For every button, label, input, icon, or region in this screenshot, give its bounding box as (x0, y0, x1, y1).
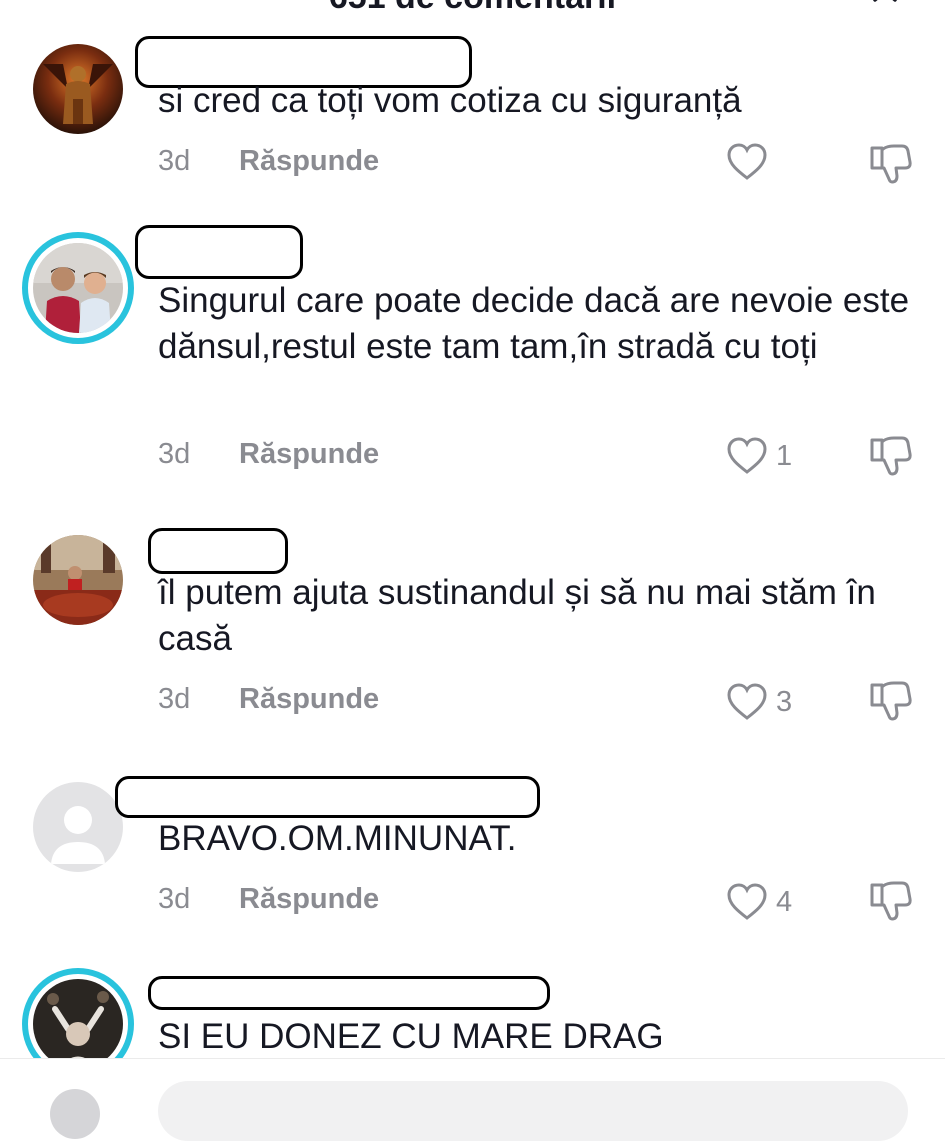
heart-icon (727, 143, 767, 180)
reply-button[interactable]: Răspunde (239, 883, 379, 916)
heart-icon (727, 437, 767, 474)
reply-button[interactable]: Răspunde (239, 438, 379, 471)
reply-button[interactable]: Răspunde (239, 683, 379, 716)
dislike-icon[interactable] (866, 877, 914, 925)
avatar[interactable] (22, 232, 134, 344)
like-count: 1 (776, 439, 793, 472)
default-user-avatar-icon (33, 782, 123, 872)
current-user-avatar (50, 1089, 100, 1139)
user-avatar-image (33, 535, 123, 625)
dislike-icon[interactable] (866, 432, 914, 480)
add-comment-input[interactable] (158, 1081, 908, 1141)
redacted-username[interactable] (115, 776, 540, 818)
redacted-username[interactable] (148, 528, 288, 574)
redacted-username[interactable] (148, 976, 550, 1010)
comment-input-bar (0, 1058, 945, 1141)
redacted-username[interactable] (135, 225, 303, 279)
user-avatar-image (33, 44, 123, 134)
avatar[interactable] (33, 44, 123, 134)
comments-count-title: 651 de comentarii (0, 0, 945, 17)
like-button[interactable] (726, 140, 776, 184)
reply-button[interactable]: Răspunde (239, 145, 379, 178)
like-count: 3 (776, 685, 793, 718)
comment-text: BRAVO.OM.MINUNAT. (158, 819, 517, 858)
comment-text: Singurul care poate decide dacă are nevo… (158, 281, 919, 366)
comment-time: 3d (158, 683, 191, 715)
comment-time: 3d (158, 145, 191, 177)
avatar[interactable] (33, 535, 123, 625)
dislike-icon[interactable] (866, 140, 914, 188)
comment-text: si cred ca toți vom cotiza cu siguranță (158, 81, 742, 120)
like-count: 4 (776, 885, 793, 918)
user-avatar-image (33, 979, 123, 1069)
heart-icon (727, 683, 767, 720)
like-button[interactable]: 1 (726, 434, 792, 478)
like-button[interactable]: 4 (726, 880, 792, 924)
comment-time: 3d (158, 883, 191, 915)
heart-icon (727, 883, 767, 920)
user-avatar-image (33, 243, 123, 333)
comment-text: SI EU DONEZ CU MARE DRAG (158, 1017, 664, 1056)
close-icon[interactable] (869, 0, 909, 6)
dislike-icon[interactable] (866, 677, 914, 725)
like-button[interactable]: 3 (726, 680, 792, 724)
avatar[interactable] (33, 782, 123, 872)
comment-time: 3d (158, 438, 191, 470)
comment-text: îl putem ajuta sustinandul și să nu mai … (158, 573, 886, 658)
